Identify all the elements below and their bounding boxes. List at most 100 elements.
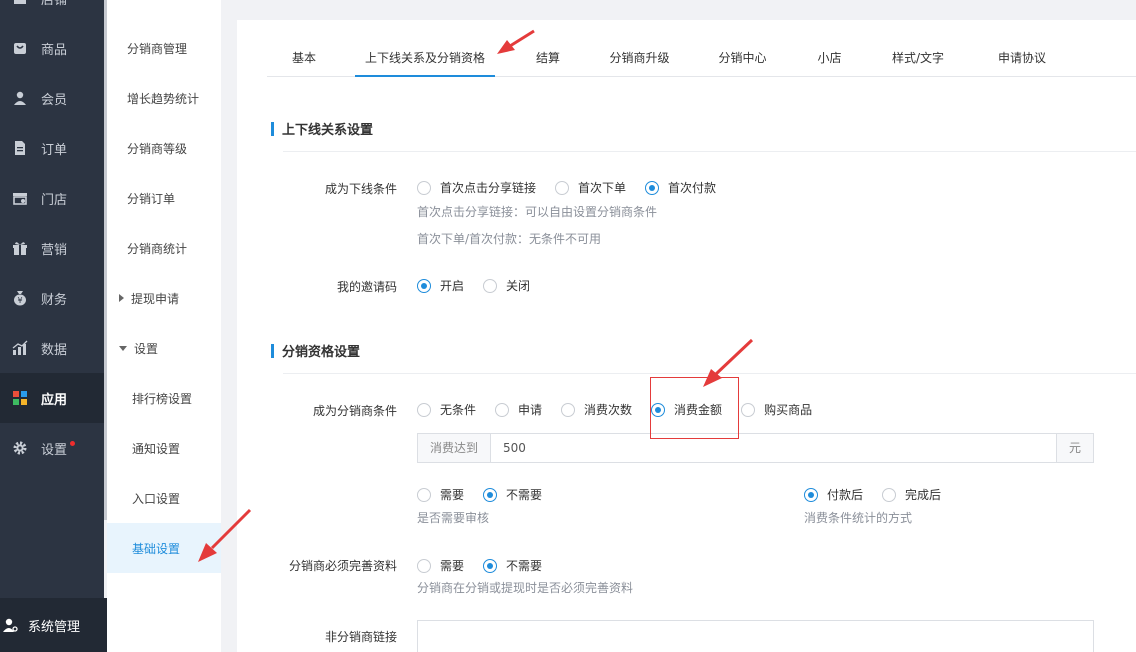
apps-icon xyxy=(11,389,29,407)
main-nav: 店铺 商品 会员 订单 门店 营销 ¥ 财务 数据 应用 设置 xyxy=(0,0,104,652)
nav-item-order[interactable]: 订单 xyxy=(0,123,104,173)
invite-code-label: 我的邀请码 xyxy=(336,280,397,294)
svg-text:¥: ¥ xyxy=(17,296,22,305)
nav-label: 商品 xyxy=(41,42,68,58)
tab-relationship[interactable]: 上下线关系及分销资格 xyxy=(355,38,495,77)
radio-cond-none[interactable]: 无条件 xyxy=(417,401,476,418)
subnav-item[interactable]: 分销商等级 xyxy=(107,123,221,173)
radio-stat-after-pay[interactable]: 付款后 xyxy=(804,486,863,503)
nav-label: 门店 xyxy=(41,192,68,208)
radio-label: 申请 xyxy=(518,403,543,417)
tab-bar: 基本 上下线关系及分销资格 结算 分销商升级 分销中心 小店 样式/文字 申请协… xyxy=(267,38,1136,77)
nav-item-finance[interactable]: ¥ 财务 xyxy=(0,273,104,323)
subnav-item[interactable]: 分销商管理 xyxy=(107,23,221,73)
subnav-item[interactable]: 入口设置 xyxy=(107,473,221,523)
tab-agreement[interactable]: 申请协议 xyxy=(992,38,1052,77)
nav-item-shop[interactable]: 门店 xyxy=(0,173,104,223)
non-distributor-link-label: 非分销商链接 xyxy=(324,630,397,644)
subnav-group-settings[interactable]: 设置 xyxy=(107,323,221,373)
member-icon xyxy=(11,89,29,107)
section-bar xyxy=(271,121,274,136)
system-management-label: 系统管理 xyxy=(28,619,81,635)
section-divider xyxy=(283,373,1136,374)
nav-label: 订单 xyxy=(41,142,68,158)
subnav-item[interactable]: 通知设置 xyxy=(107,423,221,473)
radio-invite-on[interactable]: 开启 xyxy=(417,277,464,294)
tab-style[interactable]: 样式/文字 xyxy=(883,38,953,77)
subnav-item[interactable]: 增长趋势统计 xyxy=(107,73,221,123)
admin-user-icon xyxy=(2,617,18,633)
radio-label: 无条件 xyxy=(440,403,477,417)
profile-required-label: 分销商必须完善资料 xyxy=(288,559,397,573)
radio-circle xyxy=(495,402,510,417)
radio-cond-count[interactable]: 消费次数 xyxy=(561,401,632,418)
amount-prefix: 消费达到 xyxy=(418,434,491,462)
radio-circle xyxy=(882,487,897,502)
radio-circle-selected xyxy=(483,558,498,573)
gift-icon xyxy=(11,239,29,257)
stat-method-hint: 消费条件统计的方式 xyxy=(804,511,913,525)
stat-method-radios: 付款后 完成后 xyxy=(804,486,960,503)
radio-stat-after-complete[interactable]: 完成后 xyxy=(882,486,941,503)
downline-hint-1: 首次点击分享链接：可以自由设置分销商条件 xyxy=(417,205,658,219)
subnav-item[interactable]: 排行榜设置 xyxy=(107,373,221,423)
radio-circle xyxy=(417,487,431,502)
amount-input[interactable] xyxy=(491,434,1056,462)
subnav-item[interactable]: 分销商统计 xyxy=(107,223,221,273)
nav-item-settings[interactable]: 设置 xyxy=(0,423,104,473)
radio-invite-off[interactable]: 关闭 xyxy=(483,277,530,294)
system-management-button[interactable]: 系统管理 xyxy=(0,598,107,652)
radio-downline-first-order[interactable]: 首次下单 xyxy=(555,179,626,196)
radio-profile-no[interactable]: 不需要 xyxy=(483,557,542,574)
section-title-relationship: 上下线关系设置 xyxy=(271,119,373,138)
nav-label: 店铺 xyxy=(41,0,68,8)
non-distributor-link-input[interactable] xyxy=(417,620,1094,652)
nav-label: 会员 xyxy=(41,92,68,108)
nav-item-marketing[interactable]: 营销 xyxy=(0,223,104,273)
tab-upgrade[interactable]: 分销商升级 xyxy=(607,38,672,77)
radio-downline-first-payment[interactable]: 首次付款 xyxy=(645,179,716,196)
radio-circle xyxy=(483,278,498,293)
secondary-sidebar: 分销商管理 增长趋势统计 分销商等级 分销订单 分销商统计 提现申请 设置 排行… xyxy=(107,0,221,652)
section-bar xyxy=(271,343,274,358)
nav-item-data[interactable]: 数据 xyxy=(0,323,104,373)
nav-item-store[interactable]: 店铺 xyxy=(0,0,104,23)
radio-label: 首次付款 xyxy=(668,181,717,195)
tab-basic[interactable]: 基本 xyxy=(289,38,319,77)
main-panel: 基本 上下线关系及分销资格 结算 分销商升级 分销中心 小店 样式/文字 申请协… xyxy=(237,20,1136,652)
radio-circle xyxy=(417,180,431,195)
radio-downline-click[interactable]: 首次点击分享链接 xyxy=(417,179,536,196)
caret-down-icon xyxy=(119,345,127,351)
radio-label: 需要 xyxy=(440,559,465,573)
tab-center[interactable]: 分销中心 xyxy=(715,38,770,77)
subnav-group-withdraw[interactable]: 提现申请 xyxy=(107,273,221,323)
distributor-condition-radios: 无条件 申请 消费次数 消费金额 购买商品 xyxy=(417,401,831,418)
nav-item-goods[interactable]: 商品 xyxy=(0,23,104,73)
radio-review-yes[interactable]: 需要 xyxy=(417,486,464,503)
tab-settlement[interactable]: 结算 xyxy=(533,38,563,77)
radio-circle-selected xyxy=(804,487,818,502)
radio-circle-selected xyxy=(417,278,431,293)
tab-shop[interactable]: 小店 xyxy=(812,38,847,77)
radio-label: 购买商品 xyxy=(764,403,813,417)
nav-item-member[interactable]: 会员 xyxy=(0,73,104,123)
amount-suffix: 元 xyxy=(1056,434,1093,462)
radio-review-no[interactable]: 不需要 xyxy=(483,486,542,503)
review-hint: 是否需要审核 xyxy=(417,511,490,525)
radio-label: 消费次数 xyxy=(584,403,633,417)
radio-profile-yes[interactable]: 需要 xyxy=(417,557,464,574)
nav-item-apps[interactable]: 应用 xyxy=(0,373,104,423)
radio-cond-purchase[interactable]: 购买商品 xyxy=(741,401,812,418)
nav-label: 营销 xyxy=(41,242,68,258)
subnav-item-basic-settings[interactable]: 基础设置 xyxy=(107,523,221,573)
review-radios: 需要 不需要 xyxy=(417,486,561,503)
nav-label: 数据 xyxy=(41,342,68,358)
subnav-item[interactable]: 分销订单 xyxy=(107,173,221,223)
downline-condition-radios: 首次点击分享链接 首次下单 首次付款 xyxy=(417,179,735,196)
radio-circle xyxy=(417,558,431,573)
radio-label: 关闭 xyxy=(506,279,531,293)
radio-label: 首次点击分享链接 xyxy=(440,181,537,195)
radio-circle xyxy=(561,402,576,417)
radio-cond-apply[interactable]: 申请 xyxy=(495,401,542,418)
invite-code-radios: 开启 关闭 xyxy=(417,277,549,294)
